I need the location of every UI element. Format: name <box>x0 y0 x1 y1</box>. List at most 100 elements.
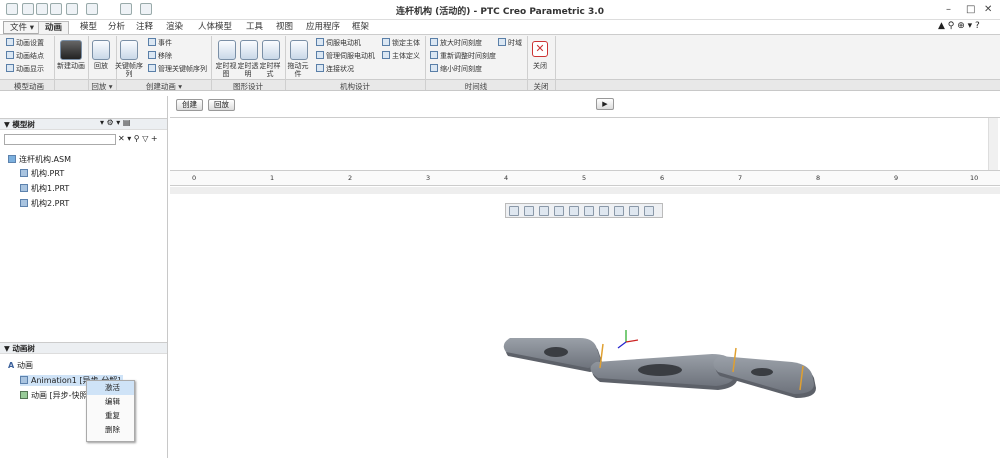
tick-label: 0 <box>192 174 197 182</box>
tab-applications[interactable]: 应用程序 <box>300 21 346 34</box>
play-button[interactable]: ▶ <box>596 98 614 110</box>
anim-root[interactable]: A 动画 <box>8 360 33 371</box>
camera-icon[interactable] <box>60 40 82 60</box>
drag-components-button[interactable]: 拖动元件 <box>286 62 310 78</box>
datum-display-icon[interactable] <box>629 206 639 216</box>
model-tree-header[interactable]: ▼ 模型树 <box>0 118 167 130</box>
time-domain-button[interactable]: 时域 <box>498 38 522 48</box>
link-part-3 <box>713 356 816 398</box>
tab-analysis[interactable]: 分析 <box>102 21 131 34</box>
view-toolbar <box>505 203 663 218</box>
tick-label: 10 <box>970 174 979 182</box>
help-icons[interactable]: ▲ ⚲ ⊕ ▾ ? <box>938 21 980 31</box>
tick-label: 2 <box>348 174 353 182</box>
menu-repeat[interactable]: 重复 <box>87 409 134 423</box>
timed-view-button[interactable]: 定时视图 <box>214 62 238 78</box>
tab-manikin[interactable]: 人体模型 <box>192 21 238 34</box>
timed-style-button[interactable]: 定时样式 <box>258 62 282 78</box>
refit-icon[interactable] <box>509 206 519 216</box>
tick-label: 9 <box>894 174 899 182</box>
playback-icon[interactable] <box>92 40 110 60</box>
tree-part[interactable]: 机构.PRT <box>20 168 64 179</box>
group-label: 时间线 <box>464 82 488 91</box>
timeline-scrollbar[interactable] <box>988 118 998 170</box>
tree-search-input[interactable] <box>4 134 116 145</box>
close-icon[interactable]: ✕ <box>532 41 548 57</box>
view-manager-icon[interactable] <box>599 206 609 216</box>
body-definition-button[interactable]: 主体定义 <box>382 51 420 61</box>
maximize-button[interactable]: □ <box>966 4 975 15</box>
saved-views-icon[interactable] <box>584 206 594 216</box>
timed-style-icon[interactable] <box>262 40 280 60</box>
playback-button[interactable]: 回放 <box>88 62 114 70</box>
tree-root-asm[interactable]: 连杆机构.ASM <box>8 154 71 165</box>
manage-servo-button[interactable]: 管理伺服电动机 <box>316 51 375 61</box>
new-animation-button[interactable]: 新建动画 <box>52 62 90 70</box>
tree-filter-icons[interactable]: ✕ ▾ ⚲ ▽ + <box>118 134 158 143</box>
anim-settings-button[interactable]: 动画设置 <box>6 38 44 48</box>
tick-label: 6 <box>660 174 665 182</box>
group-label: 回放 ▾ <box>91 82 113 91</box>
group-label: 创建动画 ▾ <box>145 82 183 91</box>
tab-file[interactable]: 文件 ▾ <box>3 21 41 34</box>
group-label: 模型动画 <box>14 82 44 91</box>
remove-button[interactable]: 移除 <box>148 51 172 61</box>
menu-delete[interactable]: 删除 <box>87 423 134 437</box>
timed-view-icon[interactable] <box>218 40 236 60</box>
repaint-icon[interactable] <box>554 206 564 216</box>
timeline-area[interactable] <box>170 117 1000 170</box>
tab-framework[interactable]: 框架 <box>346 21 375 34</box>
zoom-in-time-button[interactable]: 放大时间刻度 <box>430 38 482 48</box>
tab-tools[interactable]: 工具 <box>240 21 269 34</box>
tick-label: 7 <box>738 174 743 182</box>
tick-label: 8 <box>816 174 821 182</box>
connection-status-button[interactable]: 连接状况 <box>316 64 354 74</box>
create-button[interactable]: 创建 <box>176 99 203 111</box>
close-window-button[interactable]: ✕ <box>984 4 992 15</box>
display-style-icon[interactable] <box>569 206 579 216</box>
manage-keyframe-button[interactable]: 管理关键帧序列 <box>148 64 207 74</box>
tick-label: 1 <box>270 174 275 182</box>
csys-marker <box>617 330 639 349</box>
horizontal-scrollbar[interactable] <box>170 187 1000 194</box>
menu-activate[interactable]: 激活 <box>87 381 134 395</box>
group-label: 机构设计 <box>340 82 370 91</box>
window-title: 连杆机构 (活动的) - PTC Creo Parametric 3.0 <box>396 7 604 17</box>
context-menu: 激活 编辑 重复 删除 <box>86 380 135 442</box>
back-button[interactable]: 回放 <box>208 99 235 111</box>
tick-label: 5 <box>582 174 587 182</box>
tab-view[interactable]: 视图 <box>270 21 299 34</box>
timed-transparency-button[interactable]: 定时透明 <box>236 62 260 78</box>
rescale-time-button[interactable]: 重新调整时间刻度 <box>430 51 496 61</box>
zoom-out-time-button[interactable]: 缩小时间刻度 <box>430 64 482 74</box>
minimize-button[interactable]: – <box>946 4 951 15</box>
linkage-model[interactable] <box>490 320 830 410</box>
lock-body-button[interactable]: 锁定主体 <box>382 38 420 48</box>
link-part-1 <box>503 338 602 372</box>
tab-render[interactable]: 渲染 <box>160 21 189 34</box>
tree-part[interactable]: 机构2.PRT <box>20 198 69 209</box>
tab-animation[interactable]: 动画 <box>38 21 70 34</box>
perspective-icon[interactable] <box>614 206 624 216</box>
anim-tree-header[interactable]: ▼ 动画树 <box>0 342 167 354</box>
zoom-in-icon[interactable] <box>524 206 534 216</box>
timed-transparency-icon[interactable] <box>240 40 258 60</box>
anim-display-button[interactable]: 动画显示 <box>6 64 44 74</box>
zoom-out-icon[interactable] <box>539 206 549 216</box>
tree-part[interactable]: 机构1.PRT <box>20 183 69 194</box>
navigator-panel: ▼ 模型树 ▾ ⚙ ▾ ▤ ✕ ▾ ⚲ ▽ + 连杆机构.ASM 机构.PRT … <box>0 96 168 458</box>
anim-node-button[interactable]: 动画结点 <box>6 51 44 61</box>
annotation-display-icon[interactable] <box>644 206 654 216</box>
close-button[interactable]: 关闭 <box>528 62 552 70</box>
servo-motor-button[interactable]: 伺服电动机 <box>316 38 361 48</box>
group-label: 图形设计 <box>233 82 263 91</box>
menu-edit[interactable]: 编辑 <box>87 395 134 409</box>
keyframe-icon[interactable] <box>120 40 138 60</box>
tab-model[interactable]: 模型 <box>74 21 103 34</box>
anim-item[interactable]: 动画 [异步-快照] <box>20 390 91 401</box>
tab-annotate[interactable]: 注释 <box>130 21 159 34</box>
event-button[interactable]: 事件 <box>148 38 172 48</box>
keyframe-sequence-button[interactable]: 关键帧序列 <box>114 62 144 78</box>
tree-settings-icon[interactable]: ▾ ⚙ ▾ ▤ <box>100 118 130 127</box>
drag-hand-icon[interactable] <box>290 40 308 60</box>
